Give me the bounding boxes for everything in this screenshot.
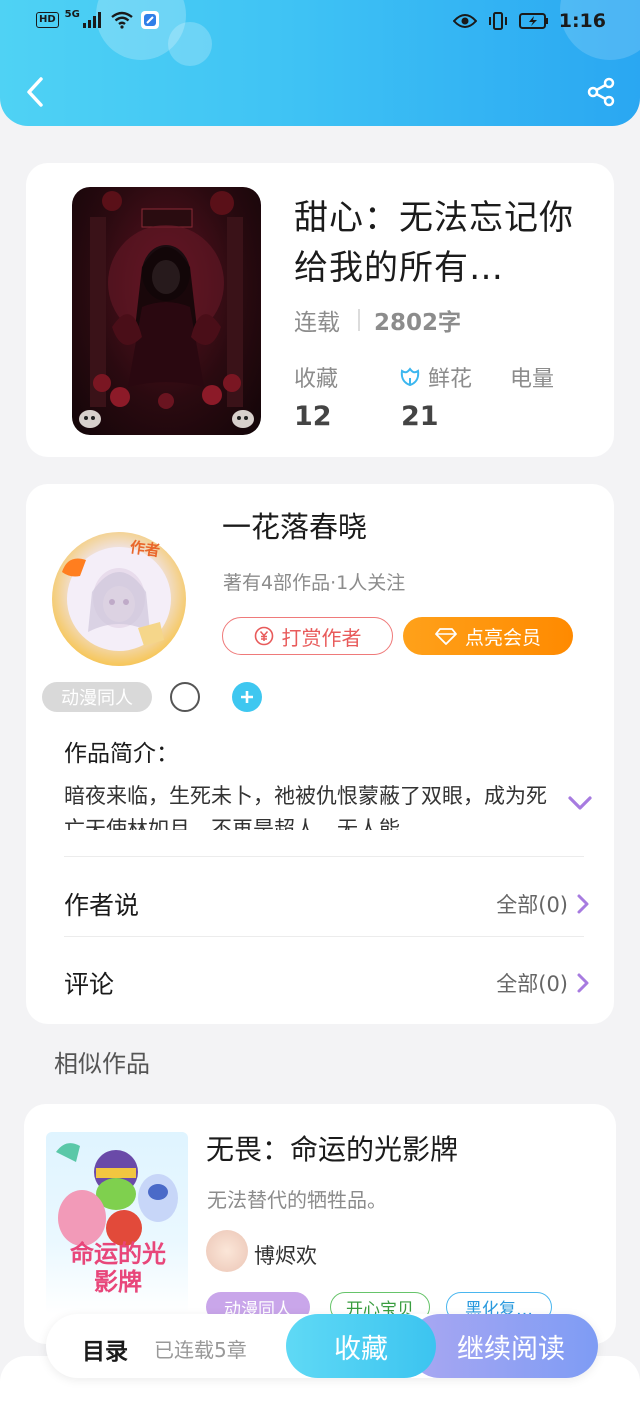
serial-status: 连载 [294, 310, 340, 336]
stat-label-collect: 收藏 [294, 361, 338, 393]
word-count: 2802字 [374, 310, 462, 336]
similar-work-cover[interactable]: 命运的光影牌 [46, 1132, 188, 1314]
category-tag[interactable]: 动漫同人 [42, 682, 152, 712]
comments-link[interactable]: 全部(0) [496, 968, 590, 998]
continue-reading-button[interactable]: 继续阅读 [408, 1314, 598, 1378]
collect-label: 收藏 [334, 1333, 388, 1365]
divider [64, 936, 584, 937]
similar-work-card[interactable]: 命运的光影牌 无畏：命运的光影牌 无法替代的牺牲品。 博烬欢 动漫同人 开心宝贝… [24, 1104, 616, 1344]
status-left: HD 5G [36, 8, 160, 30]
hd-badge: HD [36, 12, 59, 28]
author-avatar[interactable]: 作者 [52, 532, 186, 666]
intro-text: 暗夜来临，生死未卜，祂被仇恨蒙蔽了双眼，成为死亡天使林如月，不再是超人，无人能… [64, 784, 547, 830]
author-says-label: 作者说 [64, 891, 140, 920]
stat-collect-label: 收藏 [294, 367, 339, 392]
similar-cover-text: 命运的光影牌 [70, 1239, 166, 1296]
divider [64, 856, 584, 857]
add-tag-button[interactable] [232, 682, 262, 712]
cover-artwork [79, 191, 254, 428]
toc-status: 已连载5章 [154, 1338, 247, 1362]
battery-charging-icon [518, 13, 548, 29]
top-header: HD 5G 1:16 [0, 0, 640, 126]
similar-author-avatar [206, 1230, 248, 1272]
chevron-right-icon [577, 973, 589, 993]
comments-label: 评论 [64, 970, 115, 999]
stat-label-flower[interactable]: 鲜花 [398, 361, 472, 393]
avatar-artwork [62, 547, 171, 651]
book-title: 甜心：无法忘记你给我的所有… [294, 198, 574, 288]
stat-value-flower: 21 [401, 401, 439, 432]
status-right: 1:16 [452, 10, 606, 32]
app-notification-icon [140, 11, 159, 29]
reward-author-button[interactable]: 打赏作者 [222, 617, 393, 655]
author-name[interactable]: 一花落春晓 [222, 504, 367, 546]
yuan-coin-icon [254, 626, 273, 646]
back-button[interactable] [18, 74, 52, 110]
chevron-left-icon [27, 77, 43, 107]
share-icon [587, 77, 615, 107]
stat-value-collect: 12 [294, 401, 332, 432]
share-button[interactable] [584, 74, 618, 110]
author-says-link[interactable]: 全部(0) [496, 889, 590, 919]
network-type: 5G [64, 8, 80, 20]
author-card: 作者 一花落春晓 著有4部作品·1人关注 打赏作者 点亮会员 动漫同人 作品简介… [26, 484, 614, 1024]
similar-work-desc: 无法替代的牺牲品。 [207, 1188, 387, 1212]
avatar-badge: 作者 [128, 537, 162, 560]
stat-label-power: 电量 [510, 361, 554, 393]
vibrate-icon [488, 12, 507, 30]
collect-button[interactable]: 收藏 [286, 1314, 436, 1378]
status-bar: HD 5G 1:16 [0, 0, 640, 44]
continue-reading-label: 继续阅读 [457, 1333, 565, 1365]
meta-divider [358, 309, 360, 331]
similar-author-name: 博烬欢 [254, 1244, 317, 1268]
vip-button[interactable]: 点亮会员 [403, 617, 573, 655]
clock: 1:16 [558, 10, 606, 32]
similar-section-title: 相似作品 [54, 1050, 150, 1078]
tag-placeholder-icon [170, 682, 200, 712]
chevron-down-icon [568, 796, 592, 810]
book-meta: 连载 2802字 [294, 303, 461, 337]
book-info-card: 甜心：无法忘记你给我的所有… 连载 2802字 收藏 鲜花 电量 12 21 [26, 163, 614, 457]
expand-intro-button[interactable] [566, 790, 594, 814]
stat-power-label: 电量 [510, 367, 555, 392]
diamond-icon [435, 628, 457, 645]
toc-button[interactable]: 目录 [82, 1332, 128, 1366]
bottom-action-bar: 目录 已连载5章 继续阅读 收藏 [46, 1314, 598, 1378]
author-summary: 著有4部作品·1人关注 [223, 572, 406, 594]
stat-flower-label: 鲜花 [428, 367, 473, 392]
intro-title: 作品简介： [64, 741, 179, 767]
author-says-count: 全部(0) [496, 893, 568, 917]
comments-count: 全部(0) [496, 972, 568, 996]
reward-label: 打赏作者 [281, 625, 362, 650]
signal-icon [82, 12, 101, 28]
plus-icon [241, 691, 253, 703]
similar-work-title: 无畏：命运的光影牌 [206, 1133, 459, 1166]
flower-icon [400, 367, 420, 387]
book-cover[interactable] [72, 187, 261, 435]
eye-icon [452, 14, 477, 28]
wifi-icon [111, 11, 133, 29]
chevron-right-icon [577, 894, 589, 914]
vip-label: 点亮会员 [464, 626, 541, 649]
